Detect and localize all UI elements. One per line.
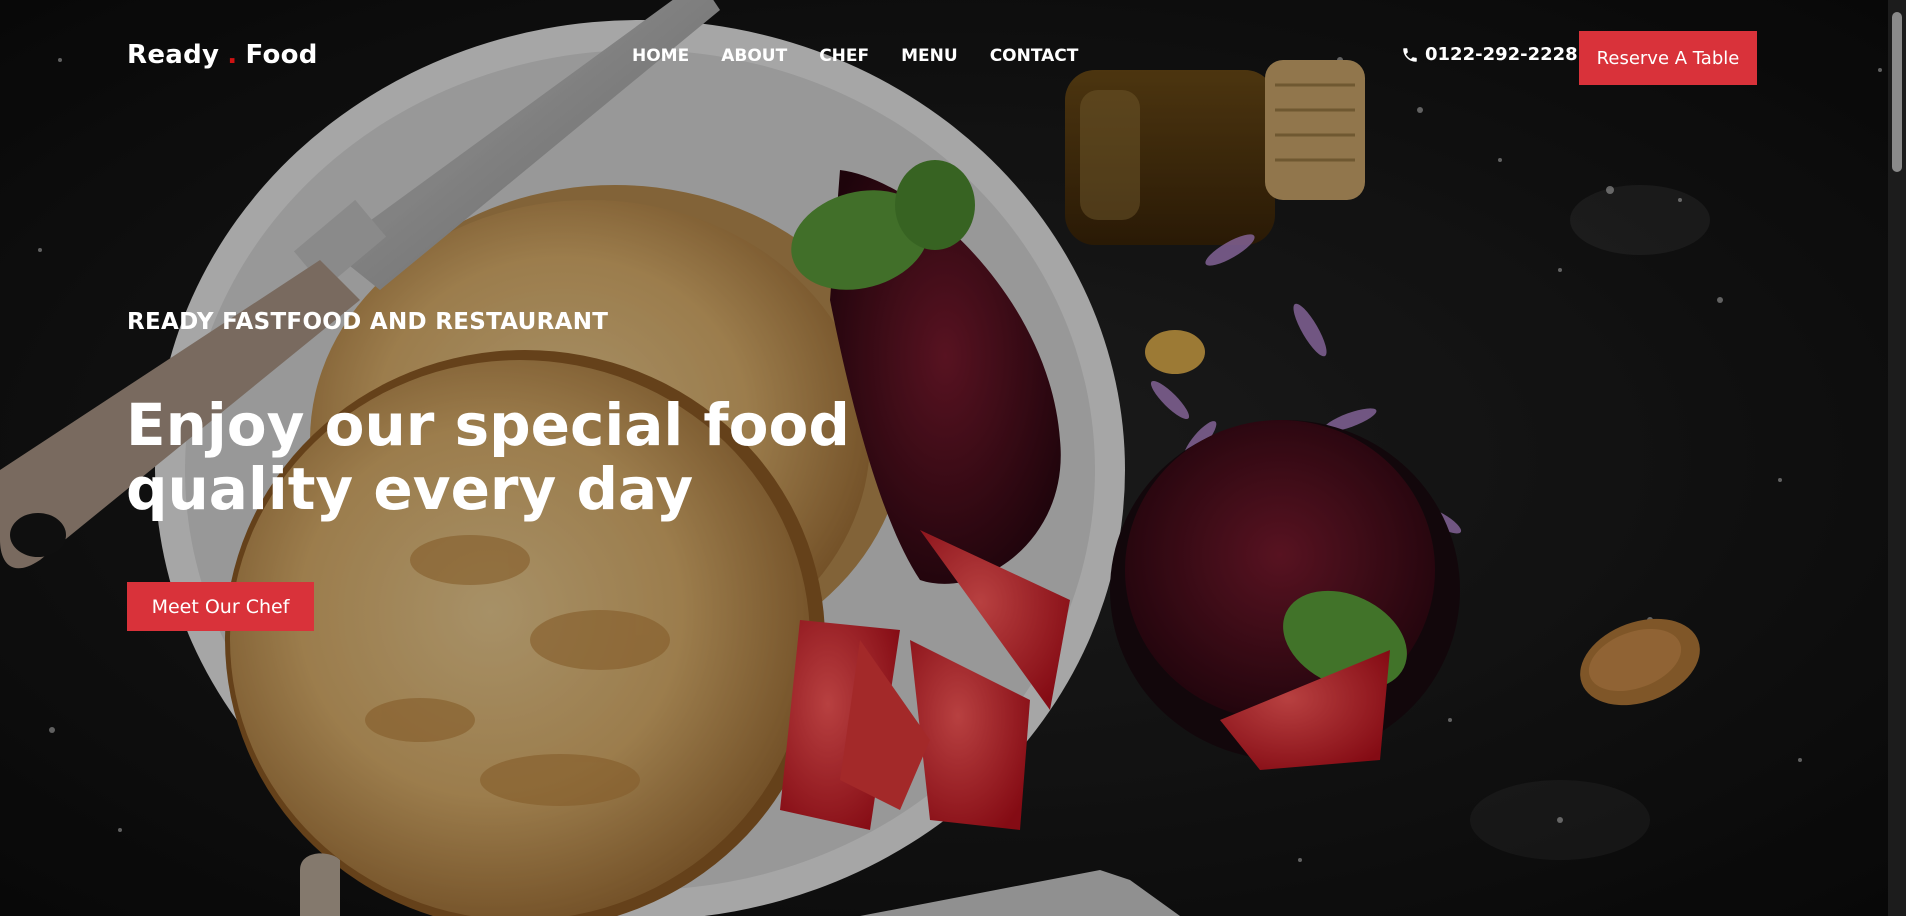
- main-nav: HOME ABOUT CHEF MENU CONTACT: [632, 46, 1110, 66]
- meet-our-chef-button[interactable]: Meet Our Chef: [127, 582, 314, 631]
- phone-icon: [1403, 47, 1417, 62]
- page-scrollbar[interactable]: [1888, 0, 1906, 916]
- nav-item-chef[interactable]: CHEF: [819, 46, 869, 66]
- nav-item-about[interactable]: ABOUT: [721, 46, 787, 66]
- phone-number: 0122-292-2228: [1425, 44, 1578, 65]
- phone-contact[interactable]: 0122-292-2228: [1401, 44, 1578, 65]
- nav-item-menu[interactable]: MENU: [901, 46, 958, 66]
- hero-headline: Enjoy our special food quality every day: [126, 391, 850, 523]
- brand-logo[interactable]: Ready. Food: [127, 40, 318, 70]
- nav-item-home[interactable]: HOME: [632, 46, 689, 66]
- scrollbar-thumb[interactable]: [1892, 12, 1902, 172]
- reserve-table-button[interactable]: Reserve A Table: [1579, 31, 1757, 85]
- nav-item-contact[interactable]: CONTACT: [990, 46, 1079, 66]
- navbar: Ready. Food HOME ABOUT CHEF MENU CONTACT …: [0, 0, 1888, 114]
- brand-name-part2: Food: [245, 40, 318, 70]
- hero-subtitle: READY FASTFOOD AND RESTAURANT: [127, 309, 609, 335]
- brand-name-part1: Ready: [127, 40, 220, 70]
- page: Ready. Food HOME ABOUT CHEF MENU CONTACT …: [0, 0, 1906, 916]
- brand-dot: .: [227, 40, 238, 70]
